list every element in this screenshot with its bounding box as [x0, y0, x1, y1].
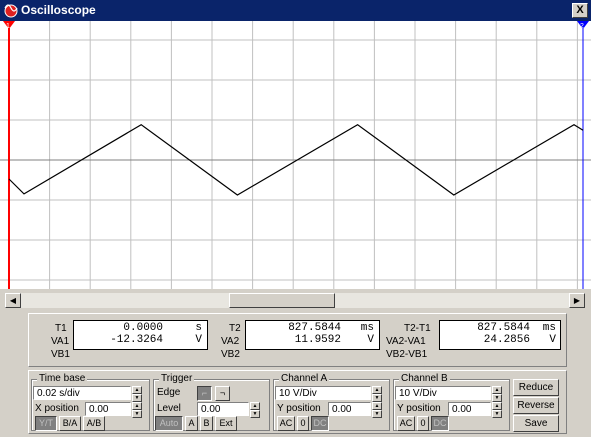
t2-t1-unit: ms [542, 322, 556, 334]
scroll-left-button[interactable]: ◀ [5, 293, 21, 308]
channel-b-dc-button[interactable]: DC [431, 416, 449, 431]
save-button[interactable]: Save [513, 415, 559, 432]
channel-a-ypos-label: Y position [277, 403, 321, 414]
vb1-label: VB1 [51, 349, 70, 360]
cursor-1-label: 1 [6, 23, 10, 30]
t1-readout-box: 0.0000 s -12.3264 V [73, 320, 208, 350]
falling-edge-icon[interactable]: ¬ [215, 386, 230, 401]
xpos-label: X position [35, 403, 79, 414]
level-label: Level [157, 403, 181, 414]
timebase-select[interactable]: 0.02 s/div [33, 386, 131, 400]
va1-unit: V [195, 334, 202, 346]
t2-unit: ms [360, 322, 374, 334]
channel-b-group: Channel B 10 V/Div ▲ ▼ Y position 0.00 ▲ ▼… [393, 373, 510, 431]
channel-b-scale-select[interactable]: 10 V/Div [395, 386, 491, 400]
channel-b-zero-button[interactable]: 0 [417, 416, 429, 431]
channel-b-ypos-input[interactable]: 0.00 [448, 402, 491, 416]
t2-t1-value: 827.5844 [477, 322, 530, 334]
reverse-button[interactable]: Reverse [513, 397, 559, 414]
controls-panel: Time base 0.02 s/div ▲ ▼ X position 0.00 … [28, 370, 567, 434]
close-button[interactable]: X [572, 3, 588, 18]
edge-label: Edge [157, 387, 181, 398]
va2-value: 11.9592 [294, 334, 341, 346]
va1-label: VA1 [51, 336, 70, 347]
t2-readout-box: 827.5844 ms 11.9592 V [245, 320, 380, 350]
channel-a-dc-button[interactable]: DC [311, 416, 329, 431]
timebase-spinner[interactable]: ▲ ▼ [132, 386, 142, 402]
t1-value: 0.0000 [123, 322, 163, 334]
va-diff-value: 24.2856 [483, 334, 530, 346]
t2-t1-label: T2-T1 [404, 323, 431, 334]
channel-b-title: Channel B [399, 373, 450, 384]
level-spinner[interactable]: ▲ ▼ [250, 402, 260, 418]
cursor-2-label: 2 [580, 23, 584, 30]
vb2-vb1-label: VB2-VB1 [386, 349, 428, 360]
channel-a-zero-button[interactable]: 0 [297, 416, 309, 431]
time-scrollbar[interactable]: ◀ ▶ [5, 293, 585, 308]
timebase-title: Time base [37, 373, 88, 384]
readout-panel: T1 VA1 VB1 0.0000 s -12.3264 V T2 VA2 VB… [28, 313, 567, 367]
trigger-group: Trigger Edge ⌐ ¬ Level 0.00 ▲ ▼ Auto A B … [153, 373, 270, 431]
scope-display[interactable]: 1 2 [0, 21, 591, 289]
window-title: Oscilloscope [21, 3, 96, 17]
oscilloscope-app-icon [4, 4, 18, 18]
va-diff-unit: V [549, 334, 556, 346]
channel-a-ac-button[interactable]: AC [277, 416, 295, 431]
scope-screen[interactable]: 1 2 [0, 21, 591, 289]
t1-label: T1 [55, 323, 67, 334]
va2-va1-label: VA2-VA1 [386, 336, 426, 347]
yt-mode-button[interactable]: Y/T [35, 416, 57, 431]
rising-edge-icon[interactable]: ⌐ [197, 386, 212, 401]
channel-a-scale-select[interactable]: 10 V/Div [275, 386, 371, 400]
channel-a-scale-spinner[interactable]: ▲ ▼ [372, 386, 382, 402]
va2-label: VA2 [221, 336, 240, 347]
channel-a-ypos-spinner[interactable]: ▲ ▼ [372, 402, 382, 418]
vb2-label: VB2 [221, 349, 240, 360]
t2-label: T2 [229, 323, 241, 334]
channel-a-ypos-input[interactable]: 0.00 [328, 402, 371, 416]
va2-unit: V [367, 334, 374, 346]
t1-unit: s [195, 322, 202, 334]
ba-mode-button[interactable]: B/A [59, 416, 81, 431]
trigger-title: Trigger [159, 373, 195, 384]
auto-trigger-button[interactable]: Auto [155, 416, 183, 431]
reduce-button[interactable]: Reduce [513, 379, 559, 396]
scroll-right-button[interactable]: ▶ [569, 293, 585, 308]
channel-a-title: Channel A [279, 373, 330, 384]
channel-b-scale-spinner[interactable]: ▲ ▼ [492, 386, 502, 402]
xpos-spinner[interactable]: ▲ ▼ [132, 402, 142, 418]
diff-readout-box: 827.5844 ms 24.2856 V [439, 320, 561, 350]
channel-b-ypos-label: Y position [397, 403, 441, 414]
channel-b-ypos-spinner[interactable]: ▲ ▼ [492, 402, 502, 418]
xpos-input[interactable]: 0.00 [85, 402, 131, 416]
va1-value: -12.3264 [110, 334, 163, 346]
ab-mode-button[interactable]: A/B [83, 416, 105, 431]
channel-b-ac-button[interactable]: AC [397, 416, 415, 431]
channel-a-group: Channel A 10 V/Div ▲ ▼ Y position 0.00 ▲ ▼… [273, 373, 390, 431]
graticule-grid [0, 21, 591, 289]
timebase-group: Time base 0.02 s/div ▲ ▼ X position 0.00 … [31, 373, 150, 431]
level-input[interactable]: 0.00 [197, 402, 249, 416]
trigger-b-button[interactable]: B [200, 416, 213, 431]
title-bar: Oscilloscope X [0, 0, 591, 21]
trigger-ext-button[interactable]: Ext [215, 416, 237, 431]
scroll-thumb[interactable] [229, 293, 335, 308]
trigger-a-button[interactable]: A [185, 416, 198, 431]
t2-value: 827.5844 [288, 322, 341, 334]
